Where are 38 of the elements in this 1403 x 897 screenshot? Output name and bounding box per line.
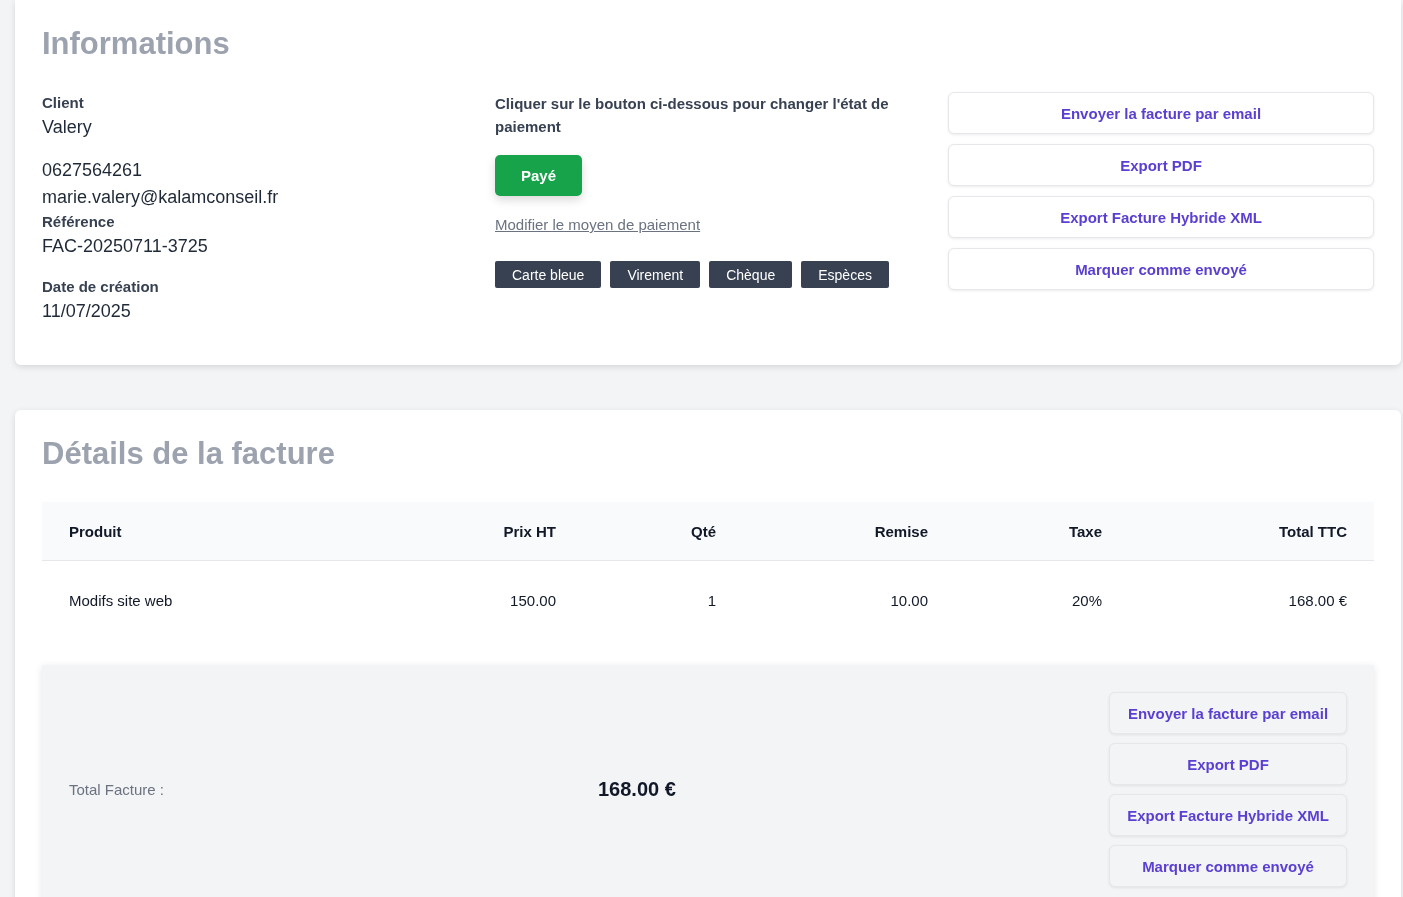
action-button[interactable]: Export Facture Hybride XML [1109, 794, 1347, 836]
client-label: Client [42, 93, 85, 113]
column-header: Produit [42, 502, 400, 561]
action-button[interactable]: Marquer comme envoyé [1109, 845, 1347, 887]
section-title: Détails de la facture [42, 436, 336, 472]
email-address: marie.valery@kalamconseil.fr [42, 186, 280, 209]
total-label: Total Facture : [69, 781, 166, 798]
table-cell-text: 150.00 [509, 590, 557, 611]
column-header: Remise [743, 502, 955, 561]
table-cell-text: Modifs site web [68, 590, 174, 611]
column-header: Total TTC [1129, 502, 1374, 561]
payment-method-button[interactable]: Virement [610, 261, 701, 288]
payment-hint: Cliquer sur le bouton ci-dessous pour changer l'état de paiement [495, 94, 890, 137]
change-payment-link[interactable]: Modifier le moyen de paiement [495, 216, 701, 233]
reference-value: FAC-20250711-3725 [42, 235, 209, 258]
table-cell-text: 1 [706, 590, 717, 611]
payment-method-button[interactable]: Chèque [709, 261, 793, 288]
payment-method-button[interactable]: Espèces [801, 261, 889, 288]
table-cell-text: 10.00 [889, 590, 929, 611]
phone-number: 0627564261 [42, 159, 144, 182]
action-button[interactable]: Export PDF [948, 144, 1374, 186]
action-button[interactable]: Marquer comme envoyé [948, 248, 1374, 290]
total-amount: 168.00 € [598, 778, 677, 801]
table-cell-text: 20% [1070, 590, 1103, 611]
date-label: Date de création [42, 277, 160, 297]
reference-label: Référence [42, 212, 116, 232]
action-button[interactable]: Export PDF [1109, 743, 1347, 785]
action-button[interactable]: Export Facture Hybride XML [948, 196, 1374, 238]
client-name: Valery [42, 116, 93, 139]
payment-method-button[interactable]: Carte bleue [495, 261, 602, 288]
section-title: Informations [42, 26, 231, 62]
column-header: Prix HT [400, 502, 583, 561]
date-value: 11/07/2025 [42, 300, 132, 323]
action-button[interactable]: Envoyer la facture par email [1109, 692, 1347, 734]
action-button[interactable]: Envoyer la facture par email [948, 92, 1374, 134]
column-header: Taxe [955, 502, 1129, 561]
column-header: Qté [583, 502, 743, 561]
table-cell-text: 168.00 € [1287, 590, 1348, 611]
